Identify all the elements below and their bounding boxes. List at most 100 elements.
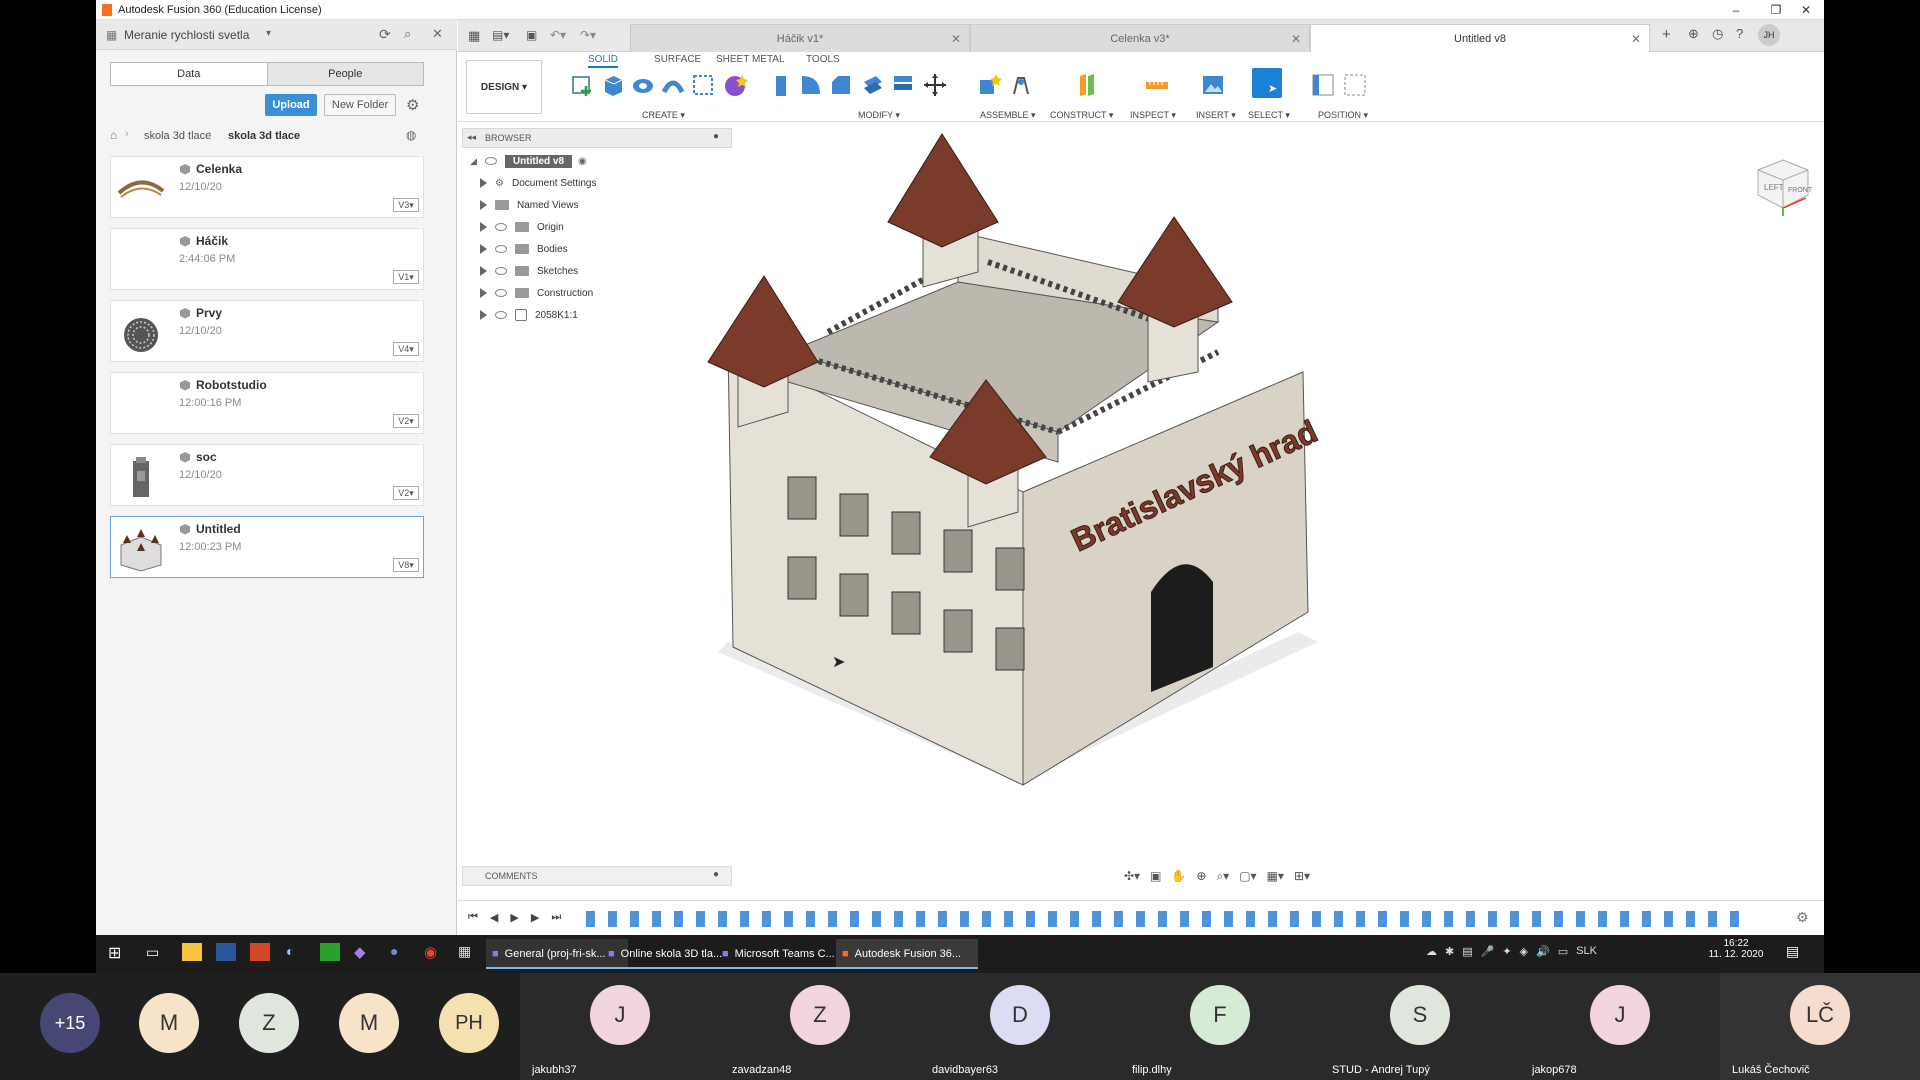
onedrive-icon[interactable]: ☁ xyxy=(1426,945,1437,958)
visual-studio-icon[interactable]: ◆ xyxy=(354,943,366,961)
tab-people[interactable]: People xyxy=(267,63,423,85)
viewports-icon[interactable]: ⊞▾ xyxy=(1294,869,1310,883)
taskbar-fusion[interactable]: ■ Autodesk Fusion 36... xyxy=(836,939,978,969)
close-tab-icon[interactable]: ✕ xyxy=(1631,32,1641,46)
upload-button[interactable]: Upload xyxy=(265,94,317,116)
capture-position-icon[interactable] xyxy=(1310,72,1336,98)
group-modify[interactable]: MODIFY ▾ xyxy=(858,110,900,121)
more-participants-button[interactable]: +15 xyxy=(40,993,100,1053)
file-card-celenka[interactable]: Celenka 12/10/20 V3 ▾ xyxy=(110,156,424,218)
move-icon[interactable] xyxy=(922,72,948,98)
play-icon[interactable]: ▶ xyxy=(510,911,518,924)
tab-solid[interactable]: SOLID xyxy=(588,54,619,68)
look-at-icon[interactable]: ▣ xyxy=(1150,869,1161,883)
participant-tile[interactable]: LČ Lukáš Čechovič xyxy=(1720,973,1920,1080)
clock[interactable]: 16:22 11. 12. 2020 xyxy=(1708,938,1764,960)
file-menu-icon[interactable]: ▤▾ xyxy=(492,28,509,42)
steam-icon[interactable]: ◐ xyxy=(286,943,294,959)
version-dropdown[interactable]: V2 ▾ xyxy=(393,414,419,428)
extensions-icon[interactable]: ⊕ xyxy=(1688,26,1699,42)
tab-tools[interactable]: TOOLS xyxy=(806,54,840,65)
press-pull-icon[interactable] xyxy=(768,72,794,98)
active-radio-icon[interactable]: ◉ xyxy=(578,156,587,167)
close-panel-icon[interactable]: ✕ xyxy=(432,26,443,42)
new-tab-icon[interactable]: + xyxy=(1662,26,1671,43)
step-forward-icon[interactable]: ▶ xyxy=(531,911,539,924)
tab-untitled[interactable]: Untitled v8 ✕ xyxy=(1310,24,1650,52)
loft-icon[interactable] xyxy=(690,72,716,98)
eye-icon[interactable] xyxy=(484,157,497,165)
version-dropdown[interactable]: V4 ▾ xyxy=(393,342,419,356)
participant-tile[interactable]: J jakop678 xyxy=(1520,973,1720,1080)
zoom-icon[interactable]: ⊕ xyxy=(1196,869,1206,883)
measure-icon[interactable] xyxy=(1144,72,1170,98)
tab-sheet-metal[interactable]: SHEET METAL xyxy=(716,54,785,65)
save-icon[interactable]: ▣ xyxy=(526,28,537,42)
volume-icon[interactable]: 🔊 xyxy=(1536,945,1550,958)
windows-start-icon[interactable]: ⊞ xyxy=(108,943,121,963)
language-indicator[interactable]: SLK xyxy=(1576,945,1597,958)
participant-avatar[interactable]: M xyxy=(339,993,399,1053)
network-icon[interactable]: ◈ xyxy=(1520,945,1528,958)
create-sketch-icon[interactable] xyxy=(570,72,596,98)
tab-hacik[interactable]: Háčik v1* ✕ xyxy=(630,24,970,52)
tray-folder-icon[interactable]: ▤ xyxy=(1462,945,1472,958)
task-view-icon[interactable]: ▭ xyxy=(146,944,159,961)
orbit-icon[interactable]: ✣▾ xyxy=(1124,869,1140,883)
tab-celenka[interactable]: Celenka v3* ✕ xyxy=(970,24,1310,52)
project-name[interactable]: Meranie rychlosti svetla xyxy=(124,28,249,42)
notification-icon[interactable]: ▤ xyxy=(1786,943,1799,960)
participant-tile[interactable]: S STUD - Andrej Tupý xyxy=(1320,973,1520,1080)
revolve-icon[interactable] xyxy=(630,72,656,98)
refresh-icon[interactable]: ⟳ xyxy=(379,26,391,43)
step-back-icon[interactable]: ◀ xyxy=(490,911,498,924)
file-card-hacik[interactable]: Háčik 2:44:06 PM V1 ▾ xyxy=(110,228,424,290)
eye-icon[interactable] xyxy=(495,245,507,253)
comments-panel[interactable]: COMMENTS ● xyxy=(462,866,732,886)
eye-icon[interactable] xyxy=(495,311,507,319)
sweep-icon[interactable] xyxy=(660,72,686,98)
search-icon[interactable]: ⌕ xyxy=(404,26,411,42)
workspace-switcher[interactable]: DESIGN ▾ xyxy=(466,60,542,114)
revert-position-icon[interactable] xyxy=(1342,72,1368,98)
combine-icon[interactable] xyxy=(890,72,916,98)
group-insert[interactable]: INSERT ▾ xyxy=(1196,110,1236,121)
select-tool-button[interactable]: ➤ xyxy=(1252,68,1282,98)
calculator-icon[interactable]: ▦ xyxy=(458,943,471,960)
chrome-icon[interactable]: ◉ xyxy=(424,943,437,961)
tree-root[interactable]: ◢ Untitled v8 ◉ xyxy=(470,152,587,170)
tree-item-bodies[interactable]: Bodies xyxy=(480,240,568,258)
home-icon[interactable]: ⌂ xyxy=(110,128,117,142)
eye-icon[interactable] xyxy=(495,289,507,297)
undo-icon[interactable]: ↶▾ xyxy=(550,28,566,42)
tree-item-sketches[interactable]: Sketches xyxy=(480,262,578,280)
apps-grid-icon[interactable]: ▦ xyxy=(468,28,480,44)
extrude-icon[interactable] xyxy=(600,72,626,98)
grid-settings-icon[interactable]: ▦▾ xyxy=(1267,869,1284,883)
version-dropdown[interactable]: V3 ▾ xyxy=(393,198,419,212)
user-avatar[interactable]: JH xyxy=(1758,24,1780,46)
group-position[interactable]: POSITION ▾ xyxy=(1318,110,1368,121)
close-tab-icon[interactable]: ✕ xyxy=(1291,32,1301,46)
powerpoint-icon[interactable] xyxy=(250,943,270,961)
group-assemble[interactable]: ASSEMBLE ▾ xyxy=(980,110,1036,121)
timeline-settings-icon[interactable]: ⚙ xyxy=(1796,909,1809,926)
shell-icon[interactable] xyxy=(860,72,886,98)
file-card-prvy[interactable]: Prvy 12/10/20 V4 ▾ xyxy=(110,300,424,362)
file-card-robotstudio[interactable]: Robotstudio 12:00:16 PM V2 ▾ xyxy=(110,372,424,434)
version-dropdown[interactable]: V2 ▾ xyxy=(393,486,419,500)
tab-surface[interactable]: SURFACE xyxy=(654,54,701,65)
eye-icon[interactable] xyxy=(495,267,507,275)
timeline-features[interactable] xyxy=(586,911,1746,927)
new-component-icon[interactable] xyxy=(976,72,1002,98)
collapse-icon[interactable]: ◂◂ xyxy=(467,132,476,143)
viewcube[interactable]: LEFT FRONT xyxy=(1748,150,1818,220)
app-icon[interactable] xyxy=(320,943,340,961)
tree-item-component[interactable]: 2058K1:1 xyxy=(480,306,578,324)
job-status-icon[interactable]: ◷ xyxy=(1712,26,1723,42)
bluetooth-icon[interactable]: ✦ xyxy=(1502,945,1511,958)
go-to-start-icon[interactable]: ⏮ xyxy=(468,911,478,924)
new-folder-button[interactable]: New Folder xyxy=(324,94,396,116)
gear-icon[interactable]: ⚙ xyxy=(406,96,419,114)
group-construct[interactable]: CONSTRUCT ▾ xyxy=(1050,110,1113,121)
